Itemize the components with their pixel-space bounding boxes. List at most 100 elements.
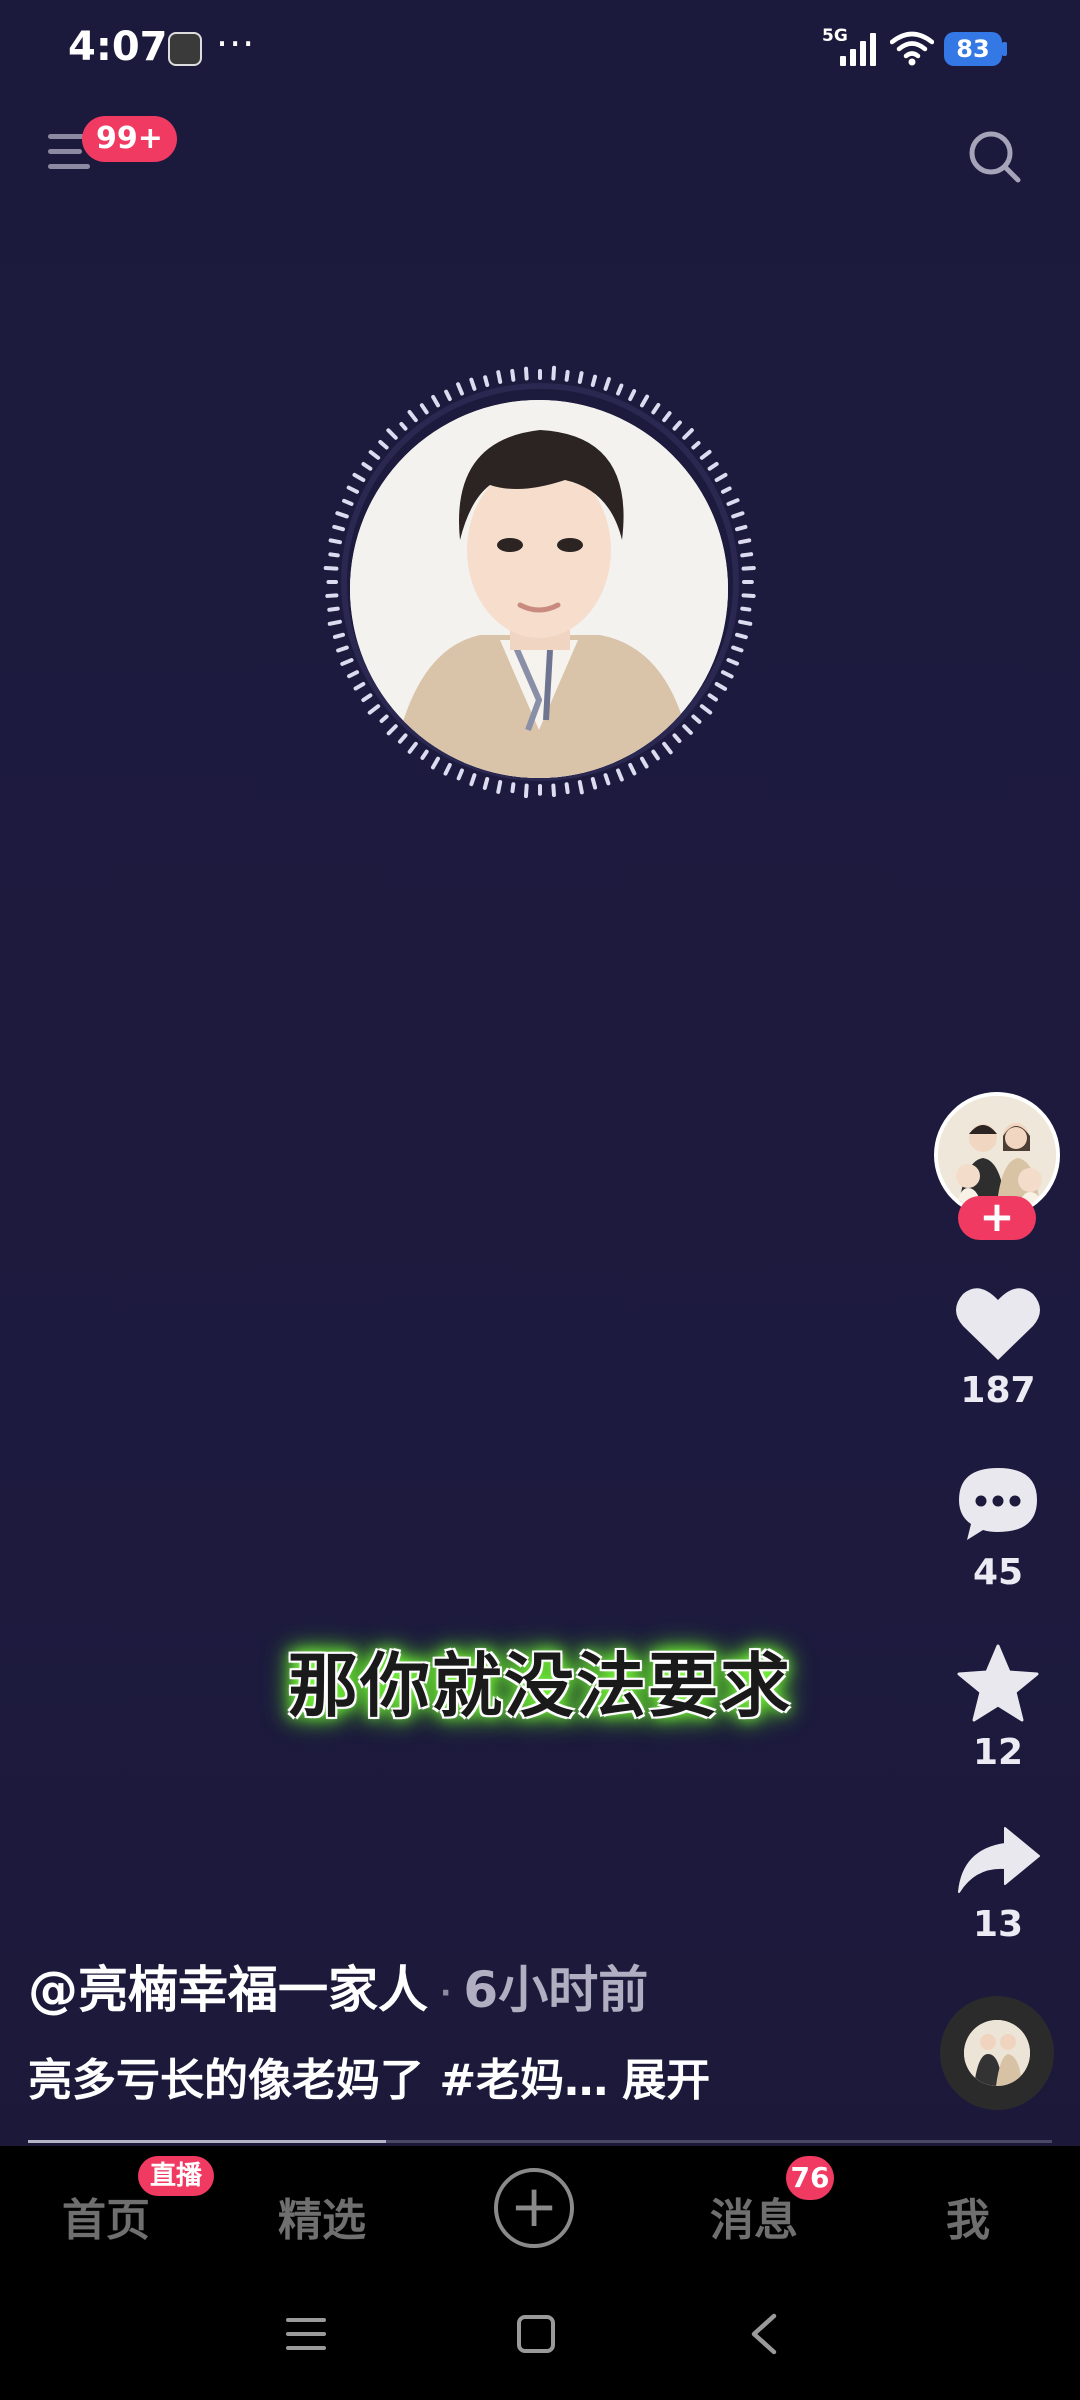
visualizer-tick — [720, 670, 734, 679]
visualizer-tick — [691, 440, 701, 450]
back-icon[interactable] — [746, 2312, 782, 2356]
visualizer-tick — [323, 565, 339, 571]
visualizer-tick — [430, 756, 440, 770]
album-cover-image — [350, 400, 728, 778]
bottom-nav: 首页 直播 精选 + 消息 76 我 — [0, 2146, 1080, 2274]
visualizer-tick — [420, 749, 429, 760]
visualizer-tick — [735, 524, 748, 532]
visualizer-tick — [640, 394, 650, 408]
app-notification-icon — [168, 32, 202, 66]
share-arrow-icon — [958, 1827, 1040, 1893]
visualizer-tick — [731, 511, 745, 519]
visualizer-tick — [603, 773, 611, 786]
visualizer-tick — [662, 741, 673, 755]
battery-tip — [1002, 42, 1007, 56]
visualizer-tick — [590, 777, 598, 790]
visualizer-tick — [551, 783, 556, 797]
star-icon — [957, 1644, 1039, 1722]
like-count: 187 — [960, 1370, 1036, 1411]
visualizer-tick — [399, 421, 408, 431]
visualizer-tick — [672, 420, 682, 431]
visualizer-tick — [327, 619, 342, 626]
visualizer-tick — [741, 565, 756, 571]
home-icon[interactable] — [516, 2314, 556, 2354]
visualizer-tick — [651, 749, 660, 761]
tab-me[interactable]: 我 — [946, 2184, 990, 2248]
tab-home[interactable]: 首页 — [62, 2184, 150, 2248]
visualizer-tick — [379, 714, 389, 723]
visualizer-tick — [672, 733, 682, 744]
video-description: 亮多亏长的像老妈了 #老妈… 展开 — [28, 2044, 710, 2108]
visualizer-tick — [590, 374, 598, 387]
video-progress-fill — [28, 2140, 387, 2143]
video-screen[interactable]: 4:07 ··· 5G 83 99+ 那你就没法要求 + 187 45 12 1… — [0, 0, 1080, 2400]
visualizer-tick — [361, 462, 373, 471]
visualizer-tick — [444, 389, 452, 402]
visualizer-tick — [738, 538, 752, 545]
share-count: 13 — [972, 1904, 1024, 1945]
visualizer-tick — [327, 606, 340, 612]
create-button[interactable]: + — [494, 2168, 574, 2248]
visualizer-tick — [483, 375, 490, 387]
visualizer-tick — [328, 552, 340, 558]
visualizer-tick — [340, 658, 354, 666]
visualizer-tick — [640, 756, 649, 769]
visualizer-tick — [577, 371, 584, 384]
visualizer-tick — [378, 439, 389, 450]
author-name[interactable]: @亮楠幸福一家人 — [28, 1961, 428, 2019]
visualizer-tick — [707, 461, 719, 471]
visualizer-tick — [740, 606, 752, 612]
visualizer-tick — [616, 383, 624, 396]
heart-icon — [956, 1288, 1040, 1360]
live-badge: 直播 — [138, 2156, 215, 2196]
recent-apps-icon[interactable] — [286, 2314, 326, 2354]
visualizer-tick — [496, 370, 503, 384]
visualizer-tick — [336, 645, 349, 653]
comment-button[interactable]: 45 — [940, 1464, 1056, 1593]
visualizer-tick — [332, 632, 345, 639]
visualizer-tick — [707, 693, 718, 702]
favorite-button[interactable]: 12 — [940, 1644, 1056, 1773]
music-disc-icon[interactable] — [940, 1996, 1054, 2110]
search-icon[interactable] — [966, 128, 1024, 186]
visualizer-tick — [368, 450, 381, 460]
visualizer-tick — [628, 389, 637, 402]
visualizer-tick — [662, 411, 672, 423]
expand-link[interactable]: 展开 — [622, 2055, 710, 2106]
status-time: 4:07 — [68, 24, 168, 70]
more-notifications-icon: ··· — [216, 22, 256, 66]
visualizer-tick — [419, 403, 429, 415]
wifi-icon — [890, 31, 934, 66]
like-button[interactable]: 187 — [940, 1284, 1056, 1411]
visualizer-tick — [699, 449, 712, 460]
comment-icon — [959, 1468, 1037, 1540]
video-subtitle: 那你就没法要求 — [288, 1645, 792, 1727]
visualizer-tick — [738, 619, 753, 626]
comment-count: 45 — [972, 1552, 1024, 1593]
video-progress-bar[interactable] — [28, 2140, 1052, 2143]
visualizer-tick — [740, 552, 754, 558]
visualizer-tick — [482, 777, 490, 790]
visualizer-tick — [735, 632, 748, 640]
visualizer-tick — [496, 780, 503, 794]
tab-messages[interactable]: 消息 — [710, 2184, 798, 2248]
visualizer-tick — [397, 733, 408, 744]
visualizer-tick — [332, 524, 345, 532]
visualizer-tick — [699, 704, 713, 715]
visualizer-tick — [714, 472, 728, 482]
favorite-count: 12 — [972, 1732, 1024, 1773]
description-text: 亮多亏长的像老妈了 #老妈… — [28, 2055, 609, 2106]
messages-badge: 76 — [786, 2156, 834, 2200]
share-button[interactable]: 13 — [940, 1824, 1056, 1945]
follow-button[interactable]: + — [958, 1196, 1036, 1240]
visualizer-tick — [524, 366, 529, 381]
visualizer-tick — [651, 402, 661, 415]
visualizer-tick — [564, 782, 570, 795]
visualizer-tick — [456, 382, 464, 396]
tab-featured[interactable]: 精选 — [278, 2184, 366, 2248]
visualizer-tick — [456, 768, 464, 781]
visualizer-tick — [328, 538, 342, 545]
author-line: @亮楠幸福一家人 · 6小时前 — [28, 1950, 648, 2022]
system-navigation-bar — [0, 2274, 1080, 2400]
visualizer-tick — [325, 593, 339, 598]
